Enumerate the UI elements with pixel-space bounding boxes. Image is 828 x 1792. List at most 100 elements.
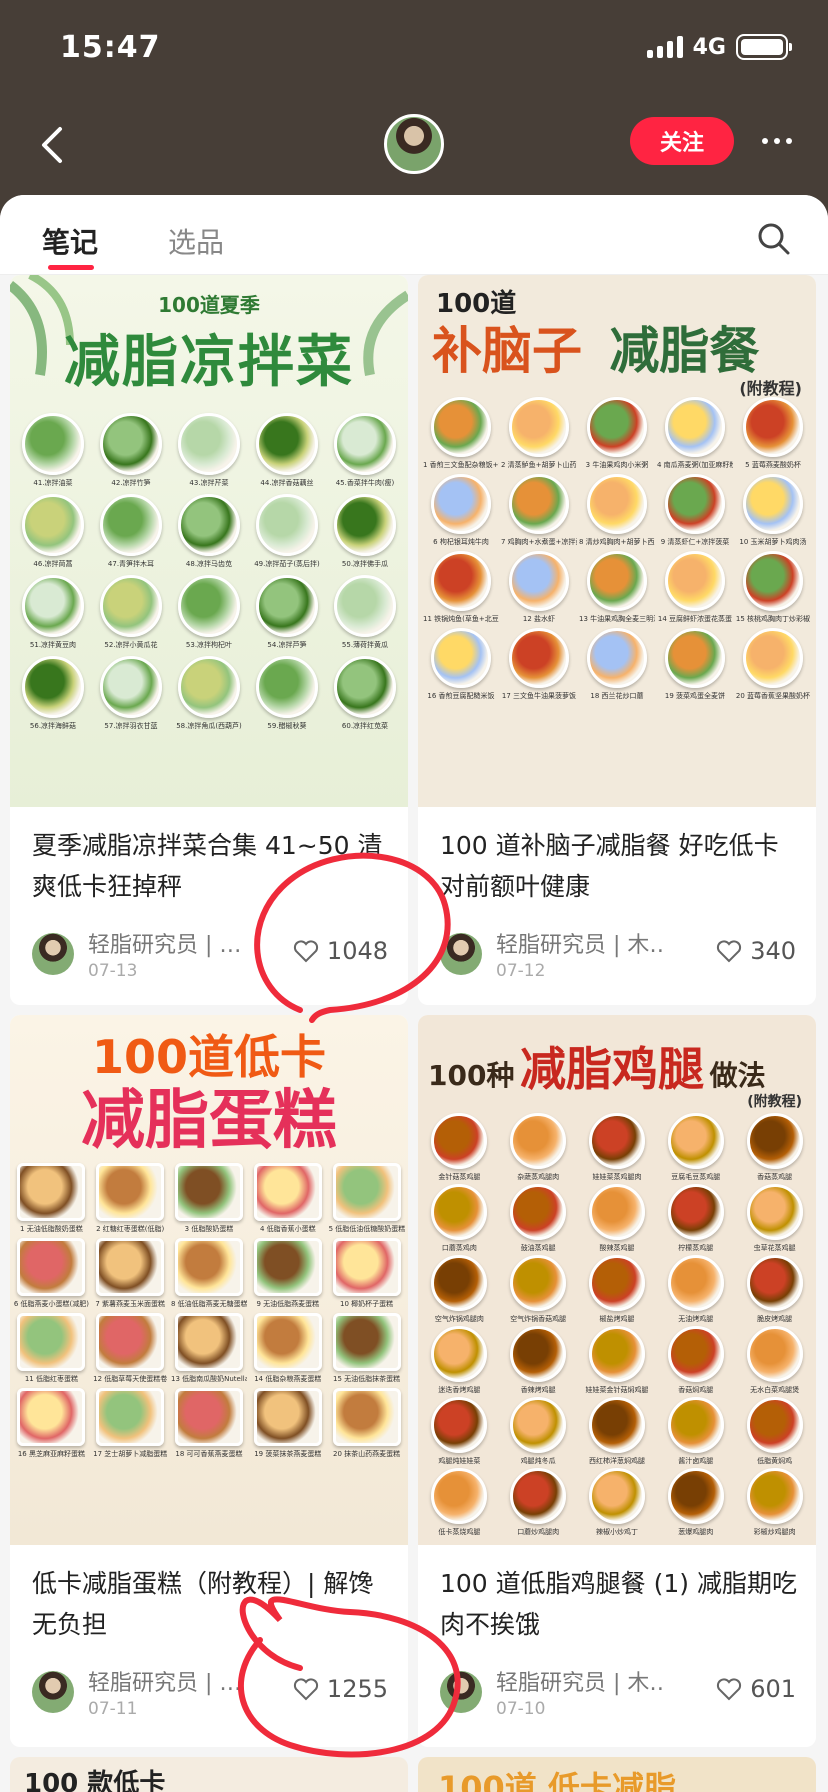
like-button[interactable]: 601 <box>716 1675 796 1703</box>
dish-plate <box>174 1313 243 1371</box>
dish-plate <box>100 656 162 718</box>
status-time: 15:47 <box>60 30 161 65</box>
author-info[interactable]: 轻脂研究员 | … 07-13 <box>32 927 258 981</box>
dish-thumbnail: 椒盐烤鸡腿 <box>578 1255 657 1324</box>
dish-thumbnail: 44.凉拌香菇藕丝 <box>248 413 326 488</box>
author-avatar[interactable] <box>32 933 74 975</box>
like-button[interactable]: 1255 <box>293 1675 388 1703</box>
note-card[interactable]: 100种 减脂鸡腿 做法 (附教程) 金针菇蒸鸡腿 杂蔬蒸鸡腿肉 娃娃菜蒸鸡腿肉 豆腐… <box>418 1015 816 1747</box>
follow-button[interactable]: 关注 <box>630 117 734 165</box>
like-button[interactable]: 1048 <box>293 937 388 965</box>
dish-plate <box>332 1163 401 1221</box>
author-info[interactable]: 轻脂研究员 | 木… 07-10 <box>440 1665 666 1719</box>
dish-thumbnail: 58.凉拌角瓜(西葫芦) <box>170 656 248 731</box>
dish-plate <box>510 1255 567 1311</box>
dish-label: 10 玉米胡萝卜鸡肉汤 <box>739 538 807 546</box>
dish-label: 19 菠菜鸡蛋全麦饼 <box>664 692 726 700</box>
back-button[interactable] <box>30 120 74 170</box>
dish-label: 56.凉拌海鲜菇 <box>29 722 77 730</box>
dish-thumbnail: 6 枸杞银耳炖牛肉 <box>422 474 500 547</box>
post-date: 07-10 <box>496 1699 546 1719</box>
dish-label: 17 三文鱼牛油果菠萝饭 <box>501 692 577 700</box>
dish-plate <box>667 1113 724 1169</box>
dish-thumbnail: 45.香菜拌牛肉(瘦) <box>326 413 404 488</box>
dish-label: 金针菇蒸鸡腿 <box>438 1173 481 1181</box>
author-info[interactable]: 轻脂研究员 | … 07-11 <box>32 1665 258 1719</box>
note-card-peek[interactable]: 100道 低卡减脂 <box>418 1757 816 1792</box>
dish-plate <box>509 474 569 534</box>
dish-grid: 41.凉拌油菜 42.凉拌竹笋 43.凉拌芹菜 44.凉拌香菇藕丝 45.香菜拌牛肉(瘦… <box>14 413 404 731</box>
note-card[interactable]: 100道 补脑子 减脂餐 (附教程) 1 香煎三文鱼配杂粮饭+清炒西兰花2 清蒸… <box>418 275 816 1005</box>
dish-plate <box>746 1184 803 1240</box>
dish-thumbnail: 15 核桃鸡胸肉丁炒彩椒 <box>734 551 812 624</box>
dish-thumbnail: 8 清炒鸡胸肉+胡萝卜西兰花 <box>578 474 656 547</box>
more-dot-icon <box>774 138 780 144</box>
heart-icon <box>293 1678 319 1701</box>
note-title[interactable]: 100 道补脑子减脂餐 好吃低卡对前额叶健康 <box>440 825 800 907</box>
dish-plate <box>253 1238 322 1296</box>
dish-thumbnail: 51.凉拌黄豆肉 <box>14 575 92 650</box>
search-icon[interactable] <box>756 221 792 257</box>
dish-plate <box>667 1397 724 1453</box>
note-cover-image[interactable]: 100道夏季 减脂凉拌菜 41.凉拌油菜 42.凉拌竹笋 43.凉拌芹菜 44.凉拌香… <box>10 275 408 807</box>
dish-thumbnail: 14 低脂杂粮燕麦蛋糕 <box>248 1313 327 1384</box>
dish-thumbnail: 16 香煎豆腐配糙米饭 <box>422 628 500 701</box>
author-avatar[interactable] <box>440 1671 482 1713</box>
note-title[interactable]: 夏季减脂凉拌菜合集 41~50 清爽低卡狂掉秤 <box>32 825 392 907</box>
dish-thumbnail: 19 菠菜抹茶燕麦蛋糕 <box>248 1388 327 1459</box>
signal-icon <box>646 36 683 58</box>
note-cover-image[interactable]: 100种 减脂鸡腿 做法 (附教程) 金针菇蒸鸡腿 杂蔬蒸鸡腿肉 娃娃菜蒸鸡腿肉 豆腐… <box>418 1015 816 1545</box>
dish-thumbnail: 鸡腿炖冬瓜 <box>499 1397 578 1466</box>
dish-plate <box>588 1468 645 1524</box>
dish-plate <box>743 474 803 534</box>
dish-grid: 金针菇蒸鸡腿 杂蔬蒸鸡腿肉 娃娃菜蒸鸡腿肉 豆腐毛豆蒸鸡腿 香菇蒸鸡腿 口蘑蒸鸡肉 鼓油蒸鸡… <box>420 1113 814 1537</box>
dish-thumbnail: 3 牛油果鸡肉小米粥 <box>578 397 656 470</box>
dish-plate <box>96 1388 165 1446</box>
dish-label: 鸡腿炖冬瓜 <box>520 1457 556 1465</box>
dish-thumbnail: 金针菇蒸鸡腿 <box>420 1113 499 1182</box>
dish-thumbnail: 4 低脂香蕉小蛋糕 <box>248 1163 327 1234</box>
dish-label: 43.凉拌芹菜 <box>189 479 229 487</box>
note-card[interactable]: 100道夏季 减脂凉拌菜 41.凉拌油菜 42.凉拌竹笋 43.凉拌芹菜 44.凉拌香… <box>10 275 408 1005</box>
author-avatar[interactable] <box>440 933 482 975</box>
profile-avatar[interactable] <box>384 114 444 174</box>
battery-icon <box>736 34 792 60</box>
dish-plate <box>334 656 396 718</box>
author-info[interactable]: 轻脂研究员 | 木… 07-12 <box>440 927 666 981</box>
dish-label: 41.凉拌油菜 <box>33 479 73 487</box>
author-avatar[interactable] <box>32 1671 74 1713</box>
dish-label: 59.醋椒秋葵 <box>267 722 307 730</box>
dish-plate <box>100 413 162 475</box>
note-title[interactable]: 低卡减脂蛋糕（附教程）| 解馋无负担 <box>32 1563 392 1645</box>
note-cover-image[interactable]: 100道低卡 减脂蛋糕 1 无油低脂酸奶蛋糕 2 红糖红枣蛋糕(低脂) 3 低脂酸奶… <box>10 1015 408 1545</box>
dish-plate <box>588 1255 645 1311</box>
dish-thumbnail: 18 西兰花炒口蘑 <box>578 628 656 701</box>
dish-plate <box>253 1163 322 1221</box>
tab-products[interactable]: 选品 <box>168 221 224 261</box>
dish-label: 辣椒小炒鸡丁 <box>595 1528 638 1536</box>
heart-icon <box>293 940 319 963</box>
dish-label: 柠檬蒸鸡腿 <box>678 1244 714 1252</box>
note-title[interactable]: 100 道低脂鸡腿餐 (1) 减脂期吃肉不挨饿 <box>440 1563 800 1645</box>
note-cover-image[interactable]: 100道 补脑子 减脂餐 (附教程) 1 香煎三文鱼配杂粮饭+清炒西兰花2 清蒸… <box>418 275 816 807</box>
dish-thumbnail: 43.凉拌芹菜 <box>170 413 248 488</box>
post-date: 07-12 <box>496 961 546 981</box>
like-button[interactable]: 340 <box>716 937 796 965</box>
more-options-button[interactable] <box>752 120 802 162</box>
dish-plate <box>510 1468 567 1524</box>
dish-plate <box>746 1255 803 1311</box>
post-date: 07-11 <box>88 1699 138 1719</box>
note-card-peek[interactable]: 100 款低卡 <box>10 1757 408 1792</box>
dish-label: 低脂黄焖鸡 <box>757 1457 793 1465</box>
dish-label: 51.凉拌黄豆肉 <box>29 641 77 649</box>
dish-label: 低卡蒸烧鸡腿 <box>438 1528 481 1536</box>
dish-label: 香菇焖鸡腿 <box>678 1386 714 1394</box>
cover-title: 减脂蛋糕 <box>10 1069 408 1161</box>
note-card[interactable]: 100道低卡 减脂蛋糕 1 无油低脂酸奶蛋糕 2 红糖红枣蛋糕(低脂) 3 低脂酸奶… <box>10 1015 408 1747</box>
dish-plate <box>256 494 318 556</box>
dish-plate <box>253 1313 322 1371</box>
dish-plate <box>587 397 647 457</box>
tab-notes[interactable]: 笔记 <box>42 221 98 261</box>
dish-plate <box>431 628 491 688</box>
dish-thumbnail: 16 黑芝麻亚麻籽蛋糕 <box>12 1388 91 1459</box>
